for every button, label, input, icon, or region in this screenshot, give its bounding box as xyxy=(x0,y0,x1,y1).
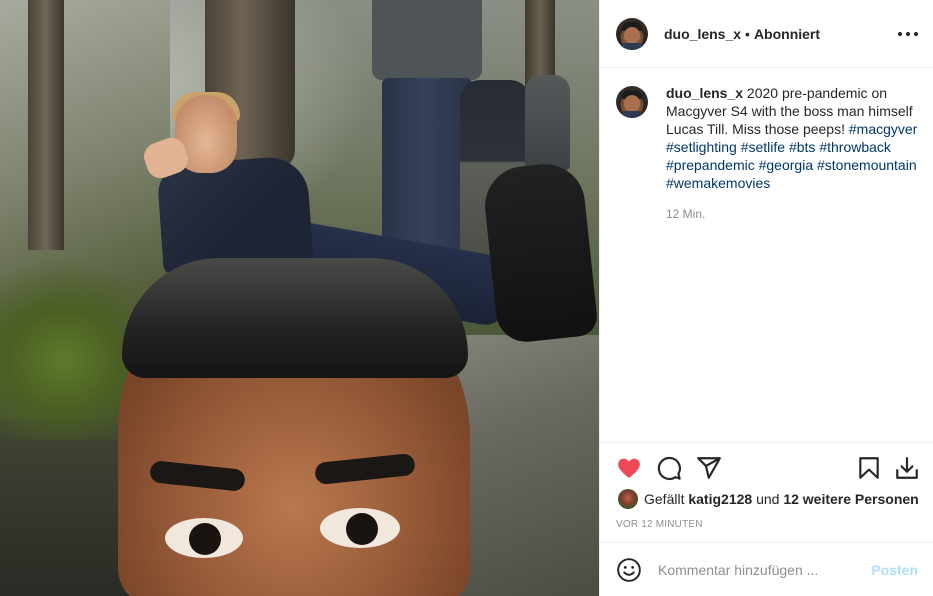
post-header: duo_lens_x • Abonniert xyxy=(600,0,933,68)
dot xyxy=(914,32,918,36)
jeans xyxy=(382,78,472,258)
tree-trunk xyxy=(28,0,64,250)
likes-connector: und xyxy=(756,491,780,507)
likes-prefix: Gefällt xyxy=(644,491,685,507)
caption-block: duo_lens_x 2020 pre-pandemic on Macgyver… xyxy=(600,68,933,223)
share-icon[interactable] xyxy=(696,455,722,481)
follow-status-button[interactable]: Abonniert xyxy=(754,26,820,42)
comment-bar: Posten xyxy=(600,542,933,596)
bookmark-icon[interactable] xyxy=(856,455,882,481)
action-bar xyxy=(600,442,933,492)
avatar-face xyxy=(624,95,640,112)
shirt xyxy=(372,0,482,80)
likes-summary: Gefällt katig2128 und 12 weitere Persone… xyxy=(618,488,919,510)
post-comment-button[interactable]: Posten xyxy=(871,562,918,578)
likes-others-link[interactable]: 12 weitere Personen xyxy=(783,491,918,507)
author-avatar[interactable] xyxy=(616,17,648,50)
dot xyxy=(898,32,902,36)
background-person xyxy=(525,75,570,170)
download-icon[interactable] xyxy=(894,455,920,481)
separator-dot: • xyxy=(745,25,750,42)
emoji-icon[interactable] xyxy=(616,557,642,583)
boot xyxy=(481,160,599,345)
heart-filled-icon[interactable] xyxy=(616,455,642,481)
instagram-post: duo_lens_x • Abonniert duo_lens_x 2020 p… xyxy=(0,0,933,596)
author-username[interactable]: duo_lens_x xyxy=(664,26,741,42)
eye xyxy=(165,518,243,558)
avatar-shirt xyxy=(618,42,646,50)
comment-input[interactable] xyxy=(658,561,864,578)
caption-timestamp: 12 Min. xyxy=(666,207,706,221)
eye xyxy=(320,508,400,548)
post-side-panel: duo_lens_x • Abonniert duo_lens_x 2020 p… xyxy=(599,0,933,596)
liker-avatar[interactable] xyxy=(618,489,638,509)
caption-body: duo_lens_x 2020 pre-pandemic on Macgyver… xyxy=(666,84,918,223)
posted-timestamp[interactable]: VOR 12 MINUTEN xyxy=(616,519,703,530)
caption-avatar[interactable] xyxy=(616,86,648,118)
liker-username[interactable]: katig2128 xyxy=(688,491,752,507)
post-photo[interactable] xyxy=(0,0,599,596)
avatar-face xyxy=(624,26,640,44)
more-options-icon[interactable] xyxy=(898,24,918,44)
dot xyxy=(906,32,910,36)
pupil xyxy=(189,523,221,555)
pupil xyxy=(346,513,378,545)
comment-icon[interactable] xyxy=(656,455,682,481)
caption-username[interactable]: duo_lens_x xyxy=(666,85,743,101)
selfie-hair xyxy=(122,258,468,378)
avatar-shirt xyxy=(618,111,646,118)
